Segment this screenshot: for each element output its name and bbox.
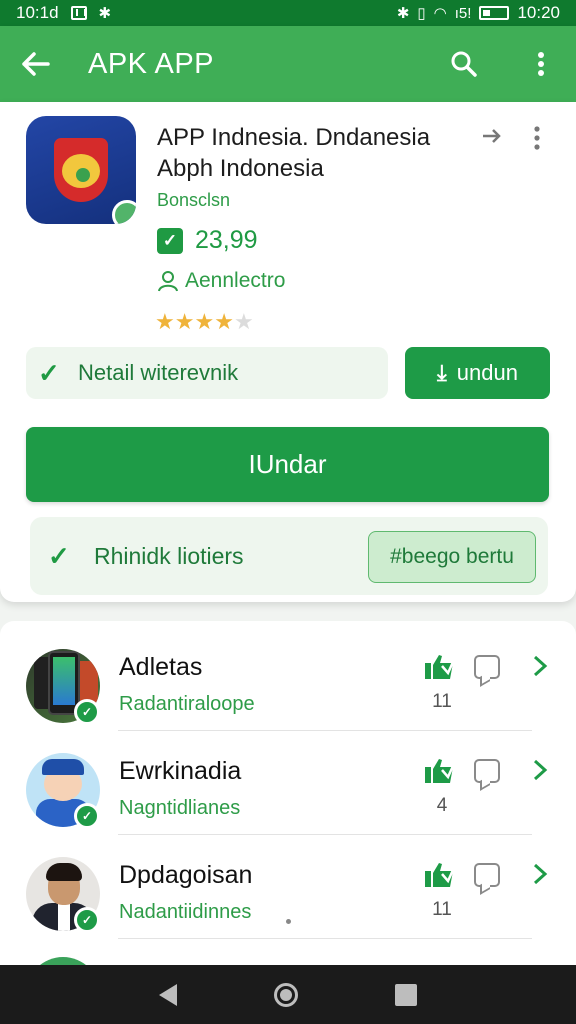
like-icon[interactable] bbox=[422, 757, 456, 785]
list-item-subtitle: Nadantiidinnes bbox=[119, 901, 252, 923]
detail-label: Netail witerevnik bbox=[78, 360, 239, 385]
like-count: 4 bbox=[436, 795, 448, 816]
comment-icon[interactable] bbox=[474, 655, 500, 679]
author-row[interactable]: Aennlectro bbox=[157, 269, 285, 293]
like-count: 11 bbox=[432, 691, 452, 712]
divider bbox=[118, 938, 532, 939]
more-vert-icon bbox=[538, 52, 544, 76]
like-icon[interactable] bbox=[422, 653, 456, 681]
nav-home-icon[interactable] bbox=[273, 982, 298, 1007]
reminder-row: ✓ Rhinidk liotiers #beego bertu bbox=[30, 517, 548, 595]
bluetooth-icon: ✱ bbox=[396, 5, 410, 22]
reminder-label: Rhinidk liotiers bbox=[94, 542, 244, 569]
app-bar-title: APK APP bbox=[88, 47, 215, 80]
like-icon[interactable] bbox=[422, 861, 456, 889]
chevron-right-icon[interactable] bbox=[530, 755, 550, 785]
verified-check-icon: ✓ bbox=[157, 227, 183, 254]
author-name: Aennlectro bbox=[185, 269, 286, 292]
card-more-button[interactable] bbox=[524, 121, 550, 155]
status-time-left: 10:1d bbox=[16, 3, 59, 22]
back-button[interactable] bbox=[0, 26, 70, 102]
search-icon bbox=[451, 51, 477, 77]
person-icon bbox=[158, 271, 178, 292]
more-options-button[interactable] bbox=[506, 26, 576, 102]
follow-button-label: #beego bertu bbox=[390, 545, 514, 568]
chevron-right-icon[interactable] bbox=[530, 859, 550, 889]
developer-name[interactable]: Bonsclsn bbox=[157, 190, 230, 211]
arrow-left-icon bbox=[22, 52, 50, 76]
star-icon: ★ bbox=[214, 309, 234, 334]
follow-button[interactable]: #beego bertu bbox=[368, 531, 536, 583]
main-download-button[interactable]: IUndar bbox=[26, 427, 549, 502]
download-small-button[interactable]: ⤓ undun bbox=[405, 347, 550, 399]
list-item-name: Adletas bbox=[119, 653, 203, 681]
check-icon: ✓ bbox=[38, 357, 60, 388]
star-icon: ★ bbox=[194, 309, 215, 334]
nav-recents-icon[interactable] bbox=[395, 983, 418, 1006]
nav-back-icon[interactable] bbox=[158, 983, 177, 1006]
verified-check-icon: ✓ bbox=[74, 907, 100, 933]
check-icon: ✓ bbox=[48, 540, 70, 571]
list-item[interactable]: ✓ Ewrkinadia Nagntidlianes 4 bbox=[0, 731, 576, 835]
app-bar: APK APP bbox=[0, 26, 576, 102]
system-nav-bar bbox=[0, 965, 576, 1024]
comment-icon[interactable] bbox=[474, 759, 500, 783]
wifi-icon: ◠ bbox=[433, 5, 447, 22]
app-name: APP Indnesia. Dndanesia bbox=[157, 124, 431, 151]
rating-value: 23,99 bbox=[195, 226, 258, 254]
star-rating: ★★★★★ bbox=[155, 309, 254, 335]
verified-check-icon: ✓ bbox=[74, 699, 100, 725]
share-button[interactable] bbox=[478, 121, 504, 151]
list-card: ✓ Adletas Radantiraloope 11 ✓ Ewrkinadia… bbox=[0, 621, 576, 981]
comment-icon[interactable] bbox=[474, 863, 500, 887]
app-subname: Abph Indonesia bbox=[157, 155, 324, 182]
verified-check-icon: ✓ bbox=[74, 803, 100, 829]
download-icon: ⤓ bbox=[437, 360, 447, 385]
app-logo-icon bbox=[26, 116, 136, 224]
rating-row: ✓ 23,99 bbox=[157, 226, 258, 255]
star-empty-icon: ★ bbox=[233, 309, 254, 334]
list-item[interactable]: ✓ Adletas Radantiraloope 11 bbox=[0, 627, 576, 731]
gear-notification-icon: ✱ bbox=[98, 5, 112, 22]
main-download-label: IUndar bbox=[248, 449, 327, 479]
detail-pill[interactable]: ✓ Netail witerevnik bbox=[26, 347, 388, 399]
list-item-subtitle: Nagntidlianes bbox=[119, 797, 241, 819]
download-small-label: undun bbox=[456, 360, 518, 385]
status-time-right: 10:20 bbox=[517, 3, 560, 22]
vibrate-icon: ▯ bbox=[417, 5, 426, 22]
star-icon: ★ bbox=[155, 309, 175, 334]
list-item-name: Dpdagoisan bbox=[119, 861, 253, 889]
list-item-subtitle: Radantiraloope bbox=[119, 693, 255, 715]
list-item-name: Ewrkinadia bbox=[119, 757, 242, 785]
search-button[interactable] bbox=[422, 26, 506, 102]
like-count: 11 bbox=[432, 899, 452, 920]
share-icon bbox=[483, 129, 501, 143]
chevron-right-icon[interactable] bbox=[530, 651, 550, 681]
status-bar: 10:1d ✱ ✱ ▯ ◠ ı5! 10:20 bbox=[0, 0, 576, 26]
star-icon: ★ bbox=[174, 309, 195, 334]
signal-icon: ı5! bbox=[454, 4, 472, 22]
battery-icon bbox=[479, 6, 510, 20]
dot-icon bbox=[286, 919, 291, 924]
more-vert-icon bbox=[534, 126, 540, 150]
gallery-notification-icon bbox=[70, 6, 87, 20]
list-item[interactable]: ✓ Dpdagoisan Nadantiidinnes 11 bbox=[0, 835, 576, 939]
